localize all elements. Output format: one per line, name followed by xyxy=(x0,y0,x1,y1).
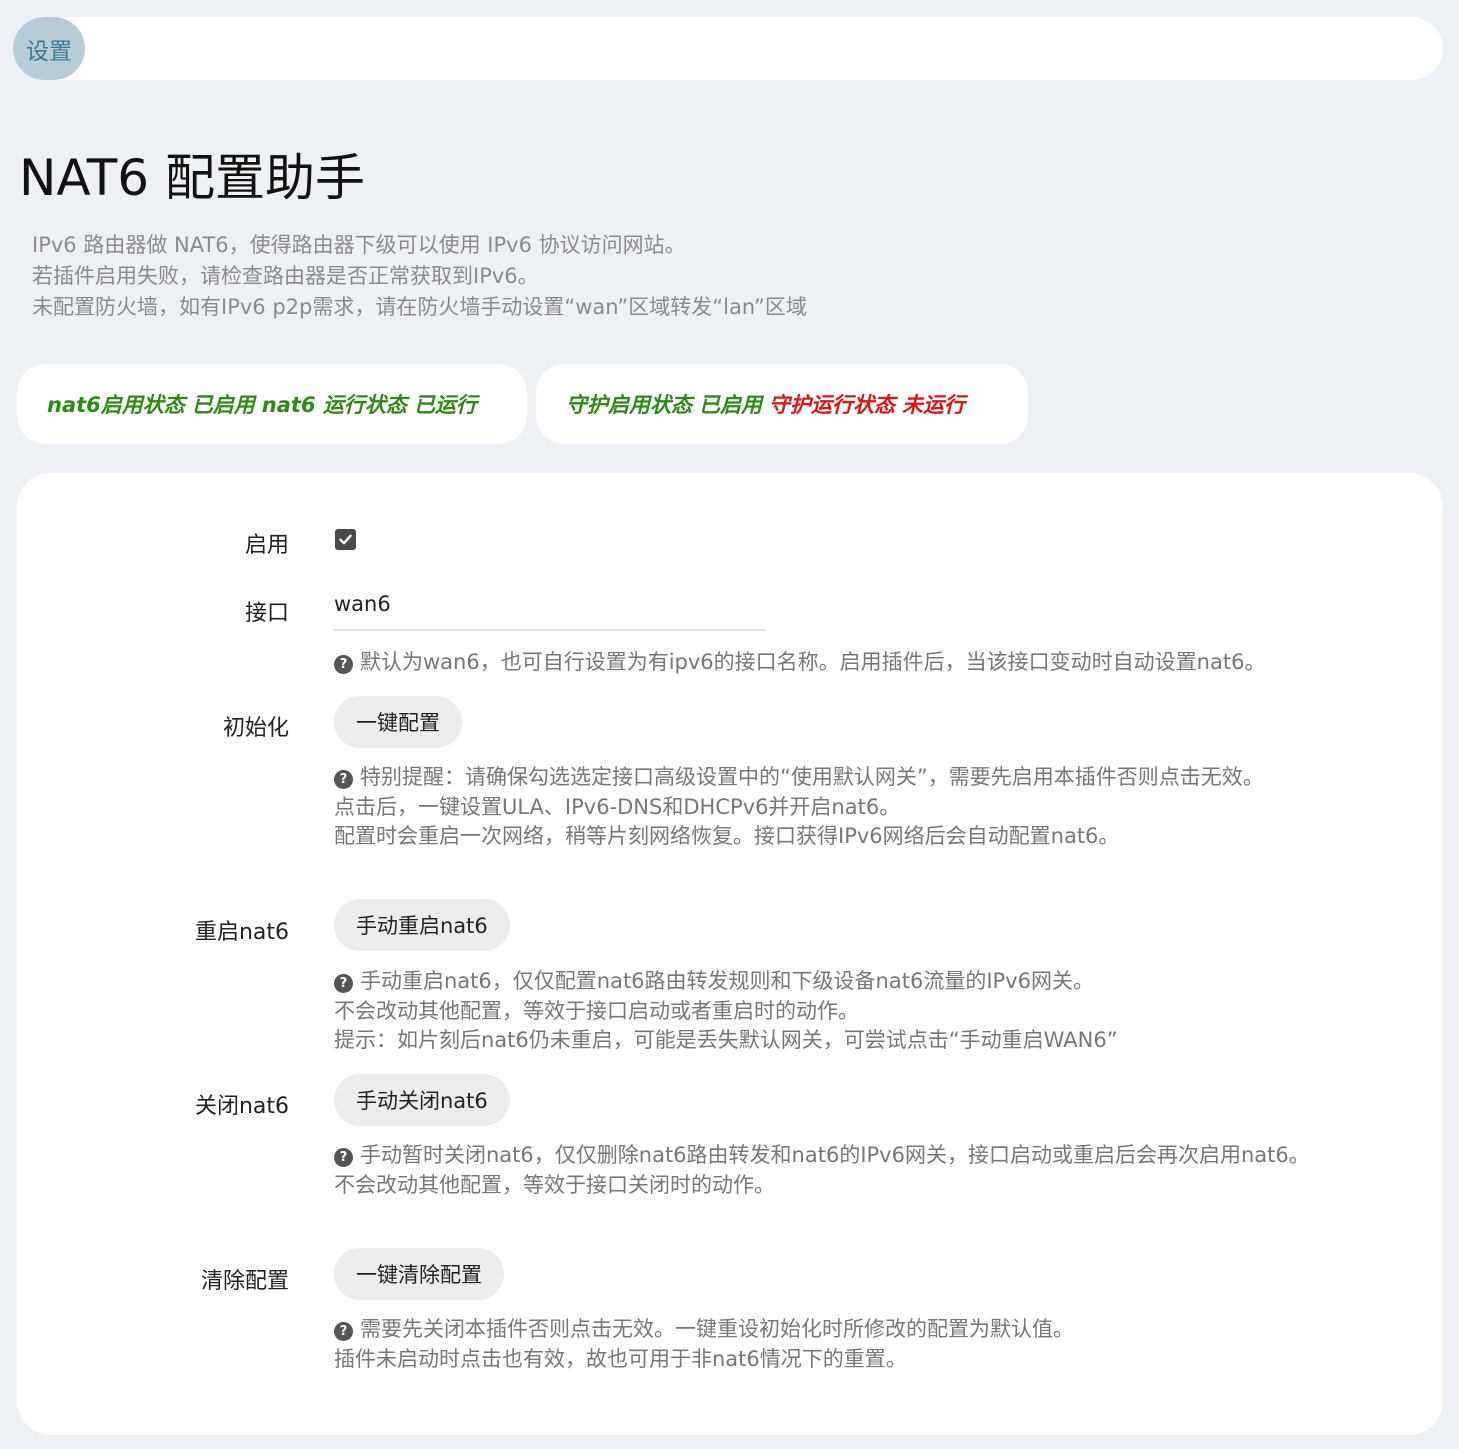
check-icon xyxy=(339,534,352,545)
help-text: 手动重启nat6，仅仅配置nat6路由转发规则和下级设备nat6流量的IPv6网… xyxy=(360,969,1094,993)
clear-label: 清除配置 xyxy=(200,1269,289,1294)
help-line: 提示：如片刻后nat6仍未重启，可能是丢失默认网关，可尝试点击“手动重启WAN6… xyxy=(334,1028,1118,1052)
interface-field-wrap xyxy=(334,585,766,631)
guard-running-label: 守护运行状态 xyxy=(769,393,895,417)
interface-label: 接口 xyxy=(244,601,289,626)
tab-bar: 设置 xyxy=(13,17,1443,80)
nat6-enabled-value: 已启用 xyxy=(191,393,255,417)
question-circle-icon: ? xyxy=(334,1322,353,1342)
stop-label: 关闭nat6 xyxy=(194,1094,289,1119)
help-text: 默认为wan6，也可自行设置为有ipv6的接口名称。启用插件后，当该接口变动时自… xyxy=(360,650,1266,674)
description-line: 未配置防火墙，如有IPv6 p2p需求，请在防火墙手动设置“wan”区域转发“l… xyxy=(32,295,807,319)
help-line: 点击后，一键设置ULA、IPv6-DNS和DHCPv6并开启nat6。 xyxy=(334,794,901,819)
help-line: ? 手动暂时关闭nat6，仅仅删除nat6路由转发和nat6的IPv6网关，接口启… xyxy=(334,1141,1364,1171)
help-line: ? 需要先关闭本插件否则点击无效。一键重设初始化时所修改的配置为默认值。 xyxy=(334,1315,1364,1345)
question-circle-icon: ? xyxy=(334,1148,353,1168)
help-line: 插件未启动时点击也有效，故也可用于非nat6情况下的重置。 xyxy=(334,1346,907,1371)
help-line: 不会改动其他配置，等效于接口关闭时的动作。 xyxy=(334,1172,775,1197)
init-label: 初始化 xyxy=(222,716,289,741)
guard-enabled-value: 已启用 xyxy=(699,393,762,417)
help-text: 手动暂时关闭nat6，仅仅删除nat6路由转发和nat6的IPv6网关，接口启动… xyxy=(360,1143,1310,1167)
init-help: ? 特别提醒：请确保勾选选定接口高级设置中的“使用默认网关”，需要先启用本插件否则… xyxy=(334,763,1364,852)
nat6-status-card: nat6启用状态 已启用 nat6 运行状态 已运行 xyxy=(17,364,527,444)
help-line: 配置时会重启一次网络，稍等片刻网络恢复。接口获得IPv6网络后会自动配置nat6… xyxy=(334,824,1120,848)
stop-help: ? 手动暂时关闭nat6，仅仅删除nat6路由转发和nat6的IPv6网关，接口启… xyxy=(334,1141,1364,1200)
restart-label: 重启nat6 xyxy=(194,920,289,945)
guard-status-card: 守护启用状态 已启用 守护运行状态 未运行 xyxy=(536,364,1028,444)
nat6-enabled-label: nat6启用状态 xyxy=(47,393,185,417)
enable-label: 启用 xyxy=(244,533,289,558)
interface-help: ? 默认为wan6，也可自行设置为有ipv6的接口名称。启用插件后，当该接口变动时… xyxy=(334,648,1364,678)
help-line: ? 手动重启nat6，仅仅配置nat6路由转发规则和下级设备nat6流量的IPv6… xyxy=(334,967,1364,997)
description-line: 若插件启用失败，请检查路由器是否正常获取到IPv6。 xyxy=(32,264,539,288)
nat6-running-value: 已运行 xyxy=(413,393,477,417)
guard-running-value: 未运行 xyxy=(902,393,965,417)
page-title: NAT6 配置助手 xyxy=(19,149,365,207)
help-line: ? 特别提醒：请确保勾选选定接口高级设置中的“使用默认网关”，需要先启用本插件否则… xyxy=(334,763,1364,793)
settings-panel: 启用 接口 ? 默认为wan6，也可自行设置为有ipv6的接口名称。启用插件后，当… xyxy=(17,473,1443,1435)
page-description: IPv6 路由器做 NAT6，使得路由器下级可以使用 IPv6 协议访问网站。 … xyxy=(32,230,1232,323)
clear-config-button[interactable]: 一键清除配置 xyxy=(334,1248,504,1300)
one-click-config-button[interactable]: 一键配置 xyxy=(334,696,462,748)
enable-checkbox[interactable] xyxy=(335,529,356,550)
stop-nat6-button[interactable]: 手动关闭nat6 xyxy=(334,1074,510,1126)
description-line: IPv6 路由器做 NAT6，使得路由器下级可以使用 IPv6 协议访问网站。 xyxy=(32,233,686,257)
guard-enabled-label: 守护启用状态 xyxy=(566,393,692,417)
clear-help: ? 需要先关闭本插件否则点击无效。一键重设初始化时所修改的配置为默认值。 插件未启… xyxy=(334,1315,1364,1374)
help-line: 不会改动其他配置，等效于接口启动或者重启时的动作。 xyxy=(334,998,859,1023)
restart-nat6-button[interactable]: 手动重启nat6 xyxy=(334,899,510,951)
nat6-running-label: nat6 运行状态 xyxy=(261,393,407,417)
help-text: 需要先关闭本插件否则点击无效。一键重设初始化时所修改的配置为默认值。 xyxy=(360,1317,1074,1341)
question-circle-icon: ? xyxy=(334,655,353,675)
help-text: 特别提醒：请确保勾选选定接口高级设置中的“使用默认网关”，需要先启用本插件否则点… xyxy=(360,765,1264,789)
restart-help: ? 手动重启nat6，仅仅配置nat6路由转发规则和下级设备nat6流量的IPv6… xyxy=(334,967,1364,1056)
question-circle-icon: ? xyxy=(334,974,353,994)
tab-settings[interactable]: 设置 xyxy=(13,17,85,80)
interface-input[interactable] xyxy=(334,585,766,623)
question-circle-icon: ? xyxy=(334,770,353,790)
